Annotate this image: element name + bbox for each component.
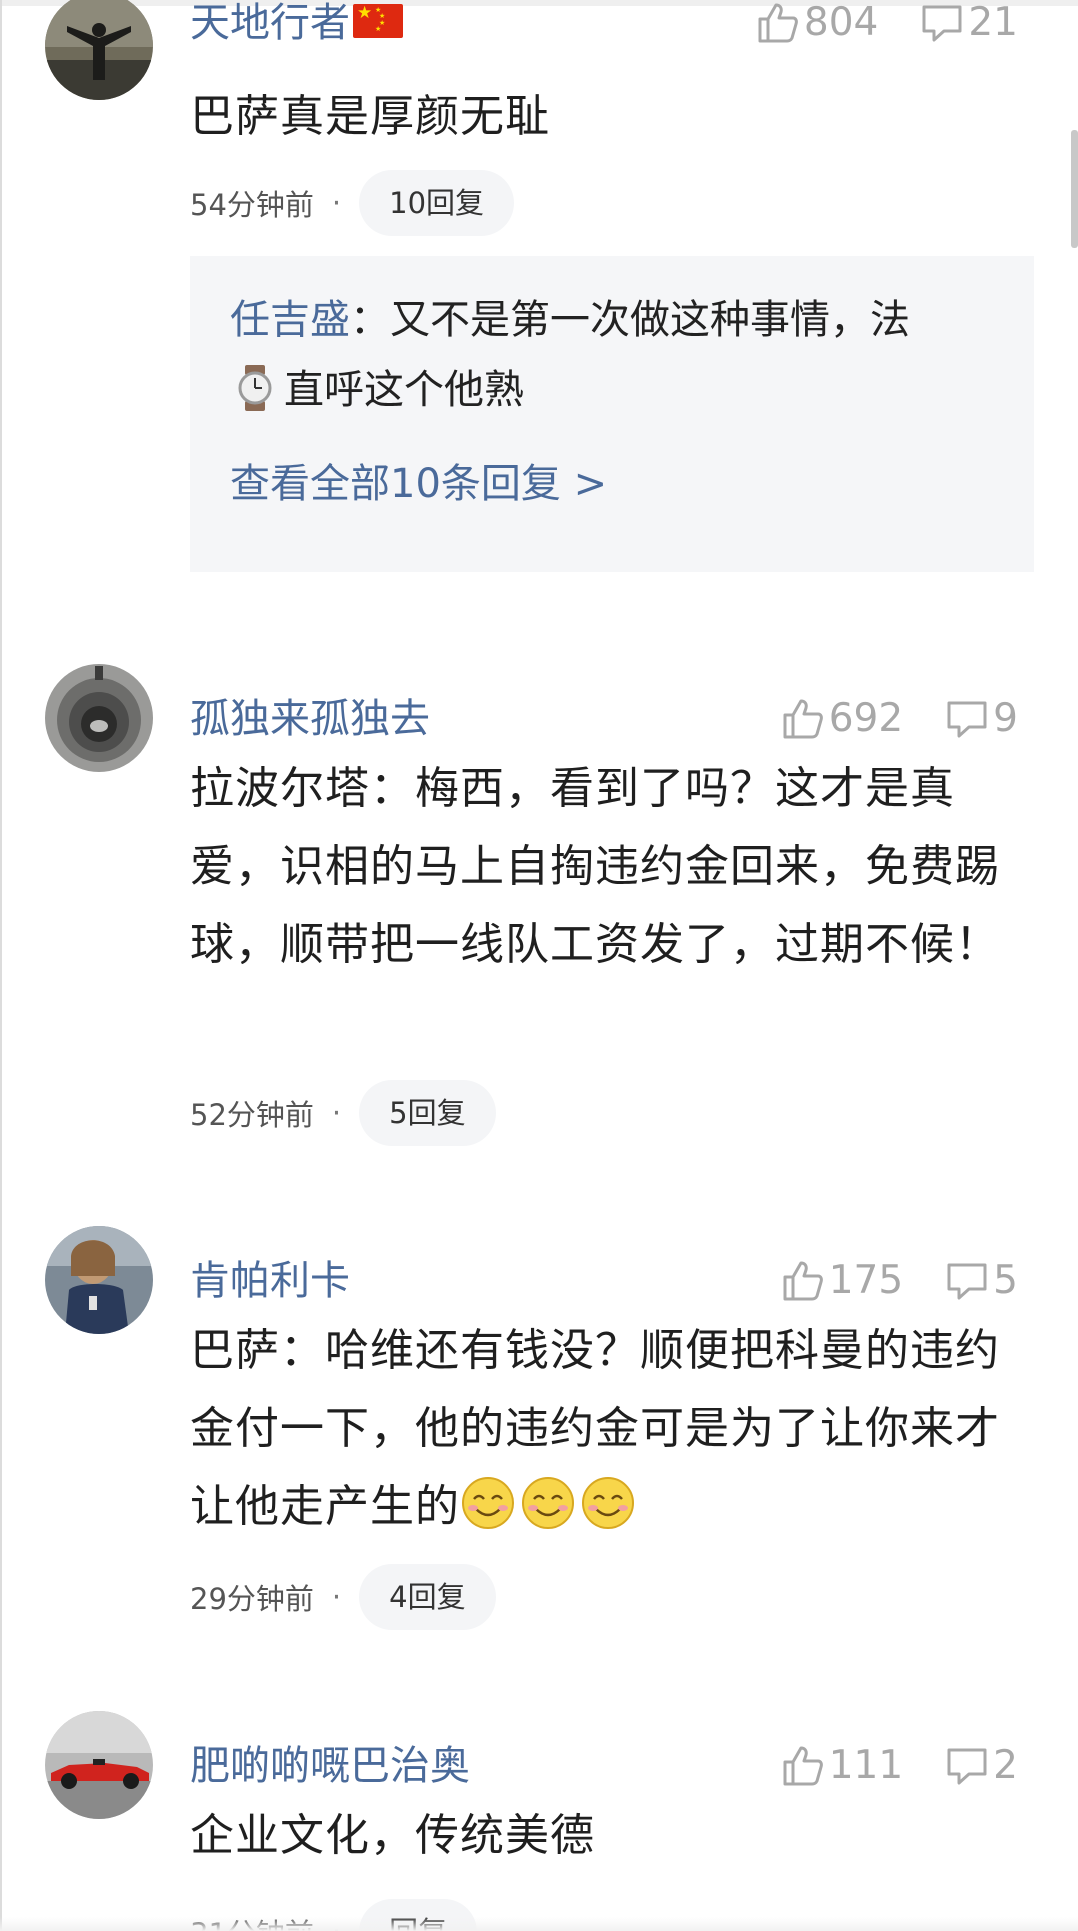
timestamp: 29分钟前 bbox=[190, 1582, 314, 1616]
comment-bubble-icon bbox=[947, 1263, 987, 1300]
comment-stats: 804 21 bbox=[756, 0, 1018, 48]
replies-pill-button[interactable]: 10回复 bbox=[359, 170, 515, 236]
like-button[interactable]: 804 bbox=[756, 0, 878, 48]
avatar[interactable] bbox=[45, 0, 153, 100]
comment-meta: 54分钟前 · 10回复 bbox=[190, 170, 515, 236]
avatar[interactable] bbox=[45, 664, 153, 772]
comment-stats: 175 5 bbox=[781, 1256, 1018, 1306]
comment-bubble-icon bbox=[947, 701, 987, 738]
like-button[interactable]: 692 bbox=[781, 694, 903, 744]
avatar-image bbox=[45, 1226, 153, 1334]
avatar-image bbox=[45, 1711, 153, 1819]
thumbs-up-icon bbox=[783, 1746, 823, 1786]
avatar[interactable] bbox=[45, 1711, 153, 1819]
thumbs-up-icon bbox=[783, 1261, 823, 1301]
like-count: 111 bbox=[828, 1743, 904, 1788]
comment-text: 拉波尔塔：梅西，看到了吗？这才是真爱，识相的马上自掏违约金回来，免费踢球，顺带把… bbox=[190, 763, 1000, 970]
username[interactable]: 孤独来孤独去 bbox=[190, 694, 430, 744]
replies-pill-button[interactable]: 4回复 bbox=[359, 1564, 496, 1630]
china-flag-icon: ★ ★ ★ ★ ★ bbox=[353, 4, 403, 38]
meta-dot: · bbox=[331, 1096, 342, 1130]
thumbs-up-icon bbox=[758, 3, 798, 43]
reply-count: 21 bbox=[968, 0, 1018, 45]
comment-stats: 111 2 bbox=[781, 1741, 1018, 1791]
username-text[interactable]: 天地行者 bbox=[190, 0, 350, 46]
reply-preview-box[interactable]: 任吉盛：又不是第一次做这种事情，法 直呼这个他熟 查看全部10条回复 > bbox=[190, 256, 1034, 572]
avatar-image bbox=[45, 664, 153, 772]
watch-emoji-icon bbox=[238, 365, 272, 411]
like-button[interactable]: 175 bbox=[781, 1256, 903, 1306]
comment-meta: 52分钟前 · 5回复 bbox=[190, 1080, 496, 1146]
reply-button[interactable]: 21 bbox=[920, 0, 1018, 48]
like-button[interactable]: 111 bbox=[781, 1741, 903, 1791]
username[interactable]: 肯帕利卡 bbox=[190, 1256, 350, 1306]
comment-stats: 692 9 bbox=[781, 694, 1018, 744]
left-edge bbox=[0, 0, 2, 1931]
reply-button[interactable]: 9 bbox=[945, 694, 1018, 744]
like-count: 175 bbox=[828, 1258, 904, 1303]
username[interactable]: 肥啲啲嘅巴治奥 bbox=[190, 1741, 470, 1791]
username[interactable]: 天地行者 ★ ★ ★ ★ ★ bbox=[190, 0, 403, 48]
avatar-image bbox=[45, 0, 153, 100]
reply-count: 5 bbox=[993, 1258, 1018, 1303]
reply-button[interactable]: 5 bbox=[945, 1256, 1018, 1306]
comment-text: 巴萨真是厚颜无耻 bbox=[190, 91, 550, 142]
timestamp: 54分钟前 bbox=[190, 188, 314, 222]
smiling-face-emoji-icon bbox=[522, 1477, 574, 1529]
comment-bubble-icon bbox=[947, 1748, 987, 1785]
reply-count: 2 bbox=[993, 1743, 1018, 1788]
avatar[interactable] bbox=[45, 1226, 153, 1334]
reply-text: 又不是第一次做这种事情，法 bbox=[390, 297, 910, 343]
smiling-face-emoji-icon bbox=[582, 1477, 634, 1529]
bottom-fade bbox=[0, 1917, 1078, 1931]
view-all-replies-link[interactable]: 查看全部10条回复 > bbox=[230, 454, 607, 514]
thumbs-up-icon bbox=[783, 699, 823, 739]
comment-text: 巴萨：哈维还有钱没？顺便把科曼的违约金付一下，他的违约金可是为了让你来才让他走产… bbox=[190, 1312, 1020, 1546]
meta-dot: · bbox=[331, 186, 342, 220]
meta-dot: · bbox=[331, 1580, 342, 1614]
smiling-face-emoji-icon bbox=[462, 1477, 514, 1529]
timestamp: 52分钟前 bbox=[190, 1098, 314, 1132]
reply-preview-line: 任吉盛：又不是第一次做这种事情，法 bbox=[230, 284, 1020, 356]
replies-pill-button[interactable]: 5回复 bbox=[359, 1080, 496, 1146]
reply-text-continued: 直呼这个他熟 bbox=[284, 367, 524, 413]
comment-meta: 29分钟前 · 4回复 bbox=[190, 1564, 496, 1630]
like-count: 692 bbox=[828, 696, 904, 741]
like-count: 804 bbox=[803, 0, 879, 45]
comment-bubble-icon bbox=[922, 5, 962, 42]
reply-username[interactable]: 任吉盛 bbox=[230, 297, 350, 343]
comment-feed: 天地行者 ★ ★ ★ ★ ★ 804 21 巴萨真是厚颜无耻 54分钟前 · 10回复 bbox=[0, 0, 1078, 1931]
reply-button[interactable]: 2 bbox=[945, 1741, 1018, 1791]
scrollbar[interactable] bbox=[1071, 130, 1078, 248]
reply-colon: ： bbox=[350, 297, 390, 343]
comment-text: 企业文化，传统美德 bbox=[190, 1810, 595, 1861]
reply-preview-line-2: 直呼这个他熟 bbox=[230, 354, 1020, 426]
reply-count: 9 bbox=[993, 696, 1018, 741]
